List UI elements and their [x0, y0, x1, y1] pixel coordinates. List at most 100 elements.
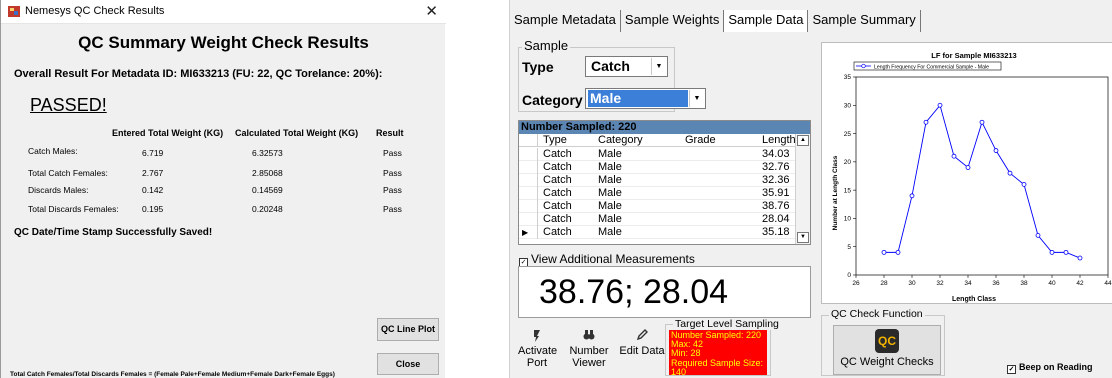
- cell-grade: [682, 187, 685, 200]
- number-viewer-label: Number Viewer: [569, 345, 609, 369]
- cell-category: Male: [598, 161, 622, 173]
- sample-group-legend: Sample: [522, 38, 571, 53]
- y-tick-label: 5: [847, 244, 851, 251]
- table-row[interactable]: Catch Male 32.36: [519, 174, 795, 187]
- close-button[interactable]: Close: [377, 353, 439, 375]
- grid-scrollbar[interactable]: ▲ ▼: [795, 134, 810, 244]
- cell-length: 35.91: [762, 187, 790, 199]
- table-row[interactable]: Catch Male 35.91: [519, 187, 795, 200]
- entered-value: 2.767: [142, 168, 164, 178]
- calculated-value: 0.14569: [252, 185, 283, 195]
- checkbox-checked-icon[interactable]: ✓: [1007, 365, 1016, 374]
- y-tick-label: 30: [844, 102, 852, 109]
- column-length[interactable]: Length: [759, 134, 796, 147]
- cell-length: 32.36: [762, 174, 790, 186]
- cell-category: Male: [598, 148, 622, 160]
- row-selector[interactable]: [519, 148, 538, 161]
- result-value: Pass: [383, 204, 402, 214]
- beep-on-reading-label: Beep on Reading: [1019, 362, 1093, 372]
- data-point: [909, 193, 915, 199]
- data-point: [1063, 249, 1069, 255]
- type-select[interactable]: Catch ▼: [585, 56, 668, 77]
- qc-logo-icon: QC: [875, 329, 899, 353]
- data-point: [895, 249, 901, 255]
- edit-data-button[interactable]: Edit Data: [618, 327, 666, 375]
- tab-sample-data[interactable]: Sample Data: [724, 10, 809, 32]
- cell-type: Catch: [543, 187, 572, 199]
- qc-line-plot-button[interactable]: QC Line Plot: [377, 318, 439, 341]
- row-label: Total Discards Females:: [28, 204, 119, 214]
- close-icon[interactable]: ✕: [425, 2, 438, 20]
- result-value: Pass: [383, 148, 402, 158]
- tab-sample-weights[interactable]: Sample Weights: [621, 10, 725, 32]
- category-value: Male: [588, 90, 688, 107]
- legend-marker: [861, 63, 866, 69]
- row-selector[interactable]: [519, 174, 538, 187]
- data-point: [937, 102, 943, 108]
- current-row-icon[interactable]: ▶: [519, 226, 538, 239]
- row-label: Discards Males:: [28, 185, 89, 195]
- y-tick-label: 25: [844, 131, 852, 138]
- column-category[interactable]: Category: [595, 134, 643, 147]
- column-grade[interactable]: Grade: [682, 134, 716, 147]
- category-label: Category: [522, 92, 583, 108]
- data-point: [1007, 170, 1013, 176]
- type-label: Type: [522, 59, 554, 75]
- chevron-down-icon[interactable]: ▼: [689, 90, 704, 107]
- chart-title: LF for Sample MI633213: [931, 51, 1016, 60]
- cell-grade: [682, 174, 685, 187]
- table-row[interactable]: Catch Male 28.04: [519, 213, 795, 226]
- plug-icon: [518, 329, 556, 343]
- view-additional-label: View Additional Measurements: [531, 252, 695, 266]
- table-row[interactable]: ▶ Catch Male 35.18: [519, 226, 795, 239]
- length-frequency-chart: LF for Sample MI633213 Length Frequency …: [821, 42, 1112, 304]
- data-point: [1077, 255, 1083, 261]
- scroll-up-icon[interactable]: ▲: [797, 135, 809, 146]
- row-selector[interactable]: [519, 213, 538, 226]
- column-entered-weight: Entered Total Weight (KG): [112, 128, 224, 138]
- category-select[interactable]: Male ▼: [585, 88, 706, 109]
- cell-type: Catch: [543, 213, 572, 225]
- view-additional-checkbox[interactable]: ✓ View Additional Measurements: [519, 252, 695, 267]
- table-row[interactable]: Catch Male 32.76: [519, 161, 795, 174]
- sample-toolbar: Activate Port Number Viewer Edit Data: [518, 327, 666, 375]
- column-type[interactable]: Type: [540, 134, 567, 147]
- cell-length: 28.04: [762, 213, 790, 225]
- row-selector[interactable]: [519, 200, 538, 213]
- saved-message: QC Date/Time Stamp Successfully Saved!: [14, 227, 213, 238]
- table-row[interactable]: Catch Male 34.03: [519, 148, 795, 161]
- data-point: [951, 153, 957, 159]
- chart-y-label: Number at Length Class: [832, 155, 839, 230]
- scroll-down-icon[interactable]: ▼: [797, 232, 809, 243]
- results-heading: QC Summary Weight Check Results: [78, 33, 369, 52]
- row-selector[interactable]: [519, 187, 538, 200]
- result-value: Pass: [383, 185, 402, 195]
- entered-value: 0.142: [142, 185, 164, 195]
- grid-caption: Number Sampled: 220: [519, 121, 810, 134]
- row-label: Total Catch Females:: [28, 168, 108, 178]
- type-value: Catch: [591, 58, 630, 74]
- dialog-titlebar[interactable]: Nemesys QC Check Results ✕: [1, 0, 446, 24]
- edit-icon: [618, 329, 666, 343]
- x-tick-label: 32: [936, 280, 944, 287]
- result-value: Pass: [383, 168, 402, 178]
- chevron-down-icon[interactable]: ▼: [651, 58, 666, 75]
- x-tick-label: 44: [1104, 280, 1112, 287]
- beep-on-reading-checkbox[interactable]: ✓ Beep on Reading: [1007, 362, 1093, 374]
- qc-weight-checks-button[interactable]: QC QC Weight Checks: [833, 325, 941, 375]
- data-point: [881, 249, 887, 255]
- data-point: [1035, 232, 1041, 238]
- x-tick-label: 30: [908, 280, 916, 287]
- column-result: Result: [376, 128, 404, 138]
- activate-port-button[interactable]: Activate Port: [518, 327, 557, 375]
- tab-sample-metadata[interactable]: Sample Metadata: [510, 10, 621, 32]
- cell-grade: [682, 213, 685, 226]
- column-calculated-weight: Calculated Total Weight (KG): [235, 128, 359, 138]
- table-row[interactable]: Catch Male 38.76: [519, 200, 795, 213]
- data-point: [1049, 249, 1055, 255]
- cell-grade: [682, 161, 685, 174]
- overall-result-text: Overall Result For Metadata ID: MI633213…: [14, 68, 383, 80]
- number-viewer-button[interactable]: Number Viewer: [568, 327, 610, 375]
- tab-sample-summary[interactable]: Sample Summary: [808, 10, 921, 32]
- row-selector[interactable]: [519, 161, 538, 174]
